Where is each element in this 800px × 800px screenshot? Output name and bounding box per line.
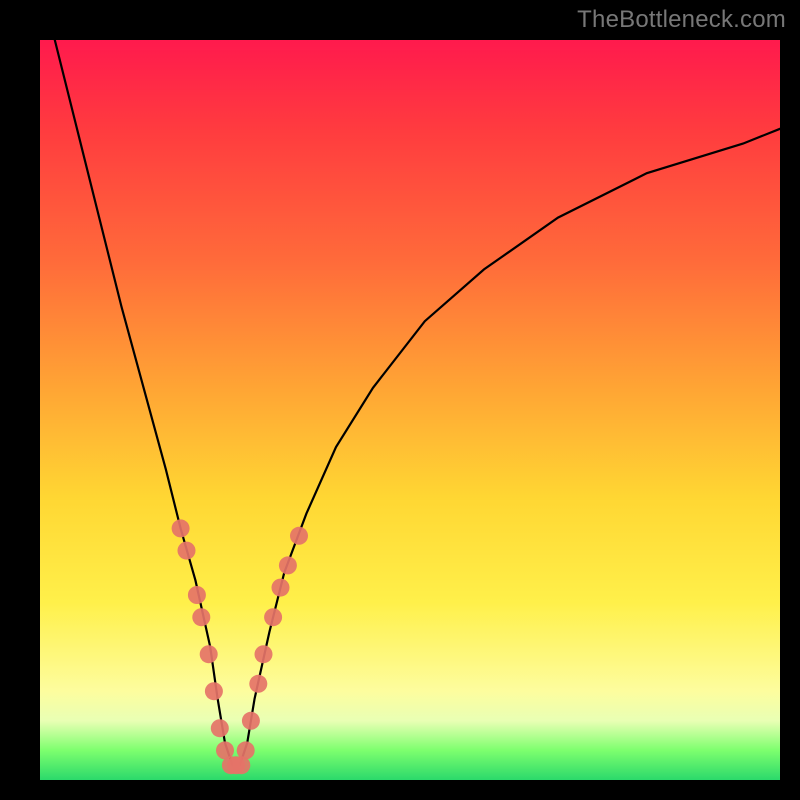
highlighted-point	[290, 527, 308, 545]
highlighted-point	[264, 608, 282, 626]
highlighted-point	[188, 586, 206, 604]
highlighted-point	[178, 542, 196, 560]
highlighted-points-group	[172, 519, 308, 774]
highlighted-point	[192, 608, 210, 626]
watermark-text: TheBottleneck.com	[577, 6, 786, 34]
highlighted-point	[279, 556, 297, 574]
highlighted-point	[211, 719, 229, 737]
highlighted-point	[242, 712, 260, 730]
highlighted-point	[272, 579, 290, 597]
highlighted-point	[205, 682, 223, 700]
highlighted-point	[200, 645, 218, 663]
highlighted-point	[237, 741, 255, 759]
highlighted-point	[249, 675, 267, 693]
highlighted-point	[255, 645, 273, 663]
bottleneck-curve	[55, 40, 780, 765]
chart-frame: TheBottleneck.com	[0, 0, 800, 800]
plot-area	[40, 40, 780, 780]
chart-svg	[40, 40, 780, 780]
highlighted-point	[172, 519, 190, 537]
